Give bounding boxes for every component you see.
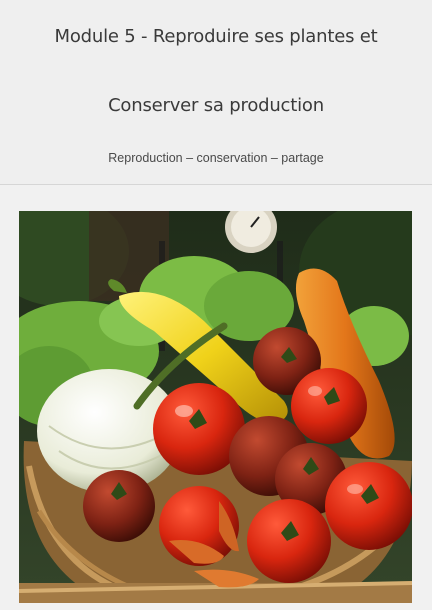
header-divider	[0, 184, 432, 185]
module-header: Module 5 - Reproduire ses plantes et Con…	[0, 0, 432, 184]
module-subtitle: Reproduction – conservation – partage	[108, 151, 324, 165]
module-page: Module 5 - Reproduire ses plantes et Con…	[0, 0, 432, 610]
vegetable-basket-photo	[19, 211, 412, 603]
module-title-line-1: Module 5 - Reproduire ses plantes et	[54, 26, 378, 47]
module-title-line-2: Conserver sa production	[108, 95, 324, 116]
